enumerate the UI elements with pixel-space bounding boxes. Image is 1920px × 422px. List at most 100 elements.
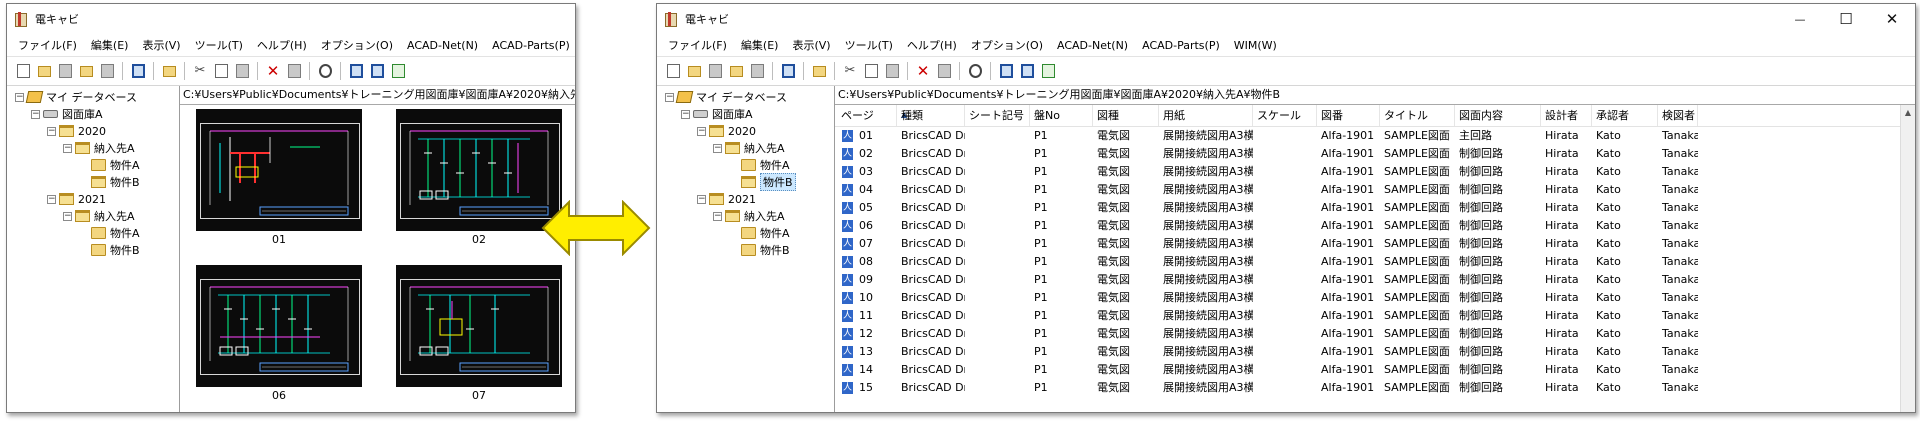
table-row[interactable]: 人 14 BricsCAD Drav P1 電気図 展開接続図用A3横 Alfa-1901 S… <box>835 361 1901 379</box>
table-row[interactable]: 人 05 BricsCAD Drav P1 電気図 展開接続図用A3横 Alfa-1901 S… <box>835 199 1901 217</box>
tree-node-item-b-2021[interactable]: 物件B <box>91 242 140 258</box>
tree-node-2021[interactable]: −2021 <box>697 191 756 207</box>
menu-file[interactable]: ファイル(F) <box>11 37 84 53</box>
menu-view[interactable]: 表示(V) <box>785 37 837 53</box>
tree-node-item-a-2021[interactable]: 物件A <box>91 225 140 241</box>
column-header[interactable]: ページ <box>835 105 897 126</box>
print-button[interactable] <box>747 61 767 81</box>
collapse-icon[interactable]: − <box>63 211 72 221</box>
column-header[interactable]: タイトル <box>1380 105 1455 126</box>
print-button[interactable] <box>97 61 117 81</box>
properties-button[interactable] <box>934 61 954 81</box>
collapse-icon[interactable]: − <box>15 92 24 102</box>
menu-help[interactable]: ヘルプ(H) <box>900 37 964 53</box>
table-row[interactable]: 人 15 BricsCAD Drav P1 電気図 展開接続図用A3横 Alfa-1901 S… <box>835 379 1901 397</box>
collapse-icon[interactable]: − <box>713 211 722 221</box>
column-header[interactable]: 検図者 <box>1658 105 1698 126</box>
cut-button[interactable]: ✂ <box>840 61 860 81</box>
collapse-icon[interactable]: − <box>63 143 72 153</box>
table-row[interactable]: 人 08 BricsCAD Drav P1 電気図 展開接続図用A3横 Alfa-1901 S… <box>835 253 1901 271</box>
table-row[interactable]: 人 10 BricsCAD Drav P1 電気図 展開接続図用A3横 Alfa-1901 S… <box>835 289 1901 307</box>
column-header[interactable]: 承認者 <box>1592 105 1658 126</box>
tree-node-dest-2021[interactable]: − 納入先A <box>713 208 785 224</box>
column-header[interactable]: 図番 <box>1317 105 1380 126</box>
column-header[interactable]: 図種 <box>1093 105 1159 126</box>
table-row[interactable]: 人 09 BricsCAD Drav P1 電気図 展開接続図用A3横 Alfa-1901 S… <box>835 271 1901 289</box>
edit-button[interactable] <box>778 61 798 81</box>
delete-button[interactable]: ✕ <box>913 61 933 81</box>
close-button[interactable]: ✕ <box>1869 4 1915 34</box>
tree-node-library[interactable]: − 図面庫A <box>31 106 103 122</box>
thumbnail-view-button[interactable] <box>346 61 366 81</box>
menu-acad-parts[interactable]: ACAD-Parts(P) <box>1135 39 1227 52</box>
refresh-button[interactable] <box>1038 61 1058 81</box>
open-folder-button[interactable] <box>76 61 96 81</box>
search-button[interactable] <box>315 61 335 81</box>
column-header[interactable]: 図面内容 <box>1455 105 1541 126</box>
tree-node-2021[interactable]: −2021 <box>47 191 106 207</box>
tree-node-item-a-2020[interactable]: 物件A <box>91 157 140 173</box>
copy-button[interactable] <box>211 61 231 81</box>
new-button[interactable] <box>13 61 33 81</box>
new-button[interactable] <box>663 61 683 81</box>
copy-button[interactable] <box>861 61 881 81</box>
vertical-scrollbar[interactable]: ▲ <box>1900 105 1915 412</box>
delete-button[interactable]: ✕ <box>263 61 283 81</box>
menu-acad-net[interactable]: ACAD-Net(N) <box>1050 39 1135 52</box>
search-button[interactable] <box>965 61 985 81</box>
table-row[interactable]: 人 11 BricsCAD Drav P1 電気図 展開接続図用A3横 Alfa-1901 S… <box>835 307 1901 325</box>
tree-node-2020[interactable]: −2020 <box>697 123 756 139</box>
tree-node-dest-2020[interactable]: − 納入先A <box>713 140 785 156</box>
column-header[interactable]: 設計者 <box>1541 105 1592 126</box>
thumbnail-view-button[interactable] <box>996 61 1016 81</box>
maximize-button[interactable]: ☐ <box>1823 4 1869 34</box>
paste-button[interactable] <box>882 61 902 81</box>
scroll-up-icon[interactable]: ▲ <box>1901 105 1915 121</box>
open-button[interactable] <box>684 61 704 81</box>
properties-button[interactable] <box>284 61 304 81</box>
minimize-button[interactable]: — <box>1777 4 1823 34</box>
detail-view-button[interactable] <box>1017 61 1037 81</box>
collapse-icon[interactable]: − <box>47 194 56 204</box>
refresh-button[interactable] <box>388 61 408 81</box>
detail-view-button[interactable] <box>367 61 387 81</box>
drawing-thumbnail[interactable] <box>396 265 562 387</box>
tree-node-item-b-2020-selected[interactable]: 物件B <box>741 173 796 191</box>
paste-button[interactable] <box>232 61 252 81</box>
drawing-thumbnail[interactable] <box>196 109 362 231</box>
table-row[interactable]: 人 12 BricsCAD Drav P1 電気図 展開接続図用A3横 Alfa-1901 S… <box>835 325 1901 343</box>
menu-options[interactable]: オプション(O) <box>314 37 400 53</box>
open-folder-button[interactable] <box>726 61 746 81</box>
menu-options[interactable]: オプション(O) <box>964 37 1050 53</box>
collapse-icon[interactable]: − <box>47 126 56 136</box>
tree-node-item-b-2021[interactable]: 物件B <box>741 242 790 258</box>
tree-node-2020[interactable]: −2020 <box>47 123 106 139</box>
menu-help[interactable]: ヘルプ(H) <box>250 37 314 53</box>
menu-view[interactable]: 表示(V) <box>135 37 187 53</box>
tree-node-dest-2020[interactable]: − 納入先A <box>63 140 135 156</box>
close-file-button[interactable] <box>705 61 725 81</box>
menu-edit[interactable]: 編集(E) <box>734 37 786 53</box>
table-row[interactable]: 人 13 BricsCAD Drav P1 電気図 展開接続図用A3横 Alfa-1901 S… <box>835 343 1901 361</box>
collapse-icon[interactable]: − <box>713 143 722 153</box>
collapse-icon[interactable]: − <box>31 109 40 119</box>
column-header[interactable]: スケール <box>1253 105 1317 126</box>
drawing-thumbnail[interactable] <box>196 265 362 387</box>
menu-tools[interactable]: ツール(T) <box>188 37 250 53</box>
table-row[interactable]: 人 03 BricsCAD Drav P1 電気図 展開接続図用A3横 Alfa-1901 S… <box>835 163 1901 181</box>
column-header[interactable]: シート記号 <box>965 105 1030 126</box>
folder-up-button[interactable] <box>159 61 179 81</box>
tree-node-root[interactable]: − マイ データベース <box>15 89 137 105</box>
tree-node-library[interactable]: − 図面庫A <box>681 106 753 122</box>
menu-acad-parts[interactable]: ACAD-Parts(P) <box>485 39 575 52</box>
column-header[interactable]: 種類 <box>897 105 965 126</box>
tree-node-item-b-2020[interactable]: 物件B <box>91 174 140 190</box>
collapse-icon[interactable]: − <box>697 194 706 204</box>
collapse-icon[interactable]: − <box>665 92 674 102</box>
cut-button[interactable]: ✂ <box>190 61 210 81</box>
close-file-button[interactable] <box>55 61 75 81</box>
table-row[interactable]: 人 01 BricsCAD Drav P1 電気図 展開接続図用A3横 Alfa-1901 S… <box>835 127 1901 145</box>
tree-node-item-a-2021[interactable]: 物件A <box>741 225 790 241</box>
column-header[interactable]: 盤No <box>1030 105 1093 126</box>
table-row[interactable]: 人 07 BricsCAD Drav P1 電気図 展開接続図用A3横 Alfa-1901 S… <box>835 235 1901 253</box>
